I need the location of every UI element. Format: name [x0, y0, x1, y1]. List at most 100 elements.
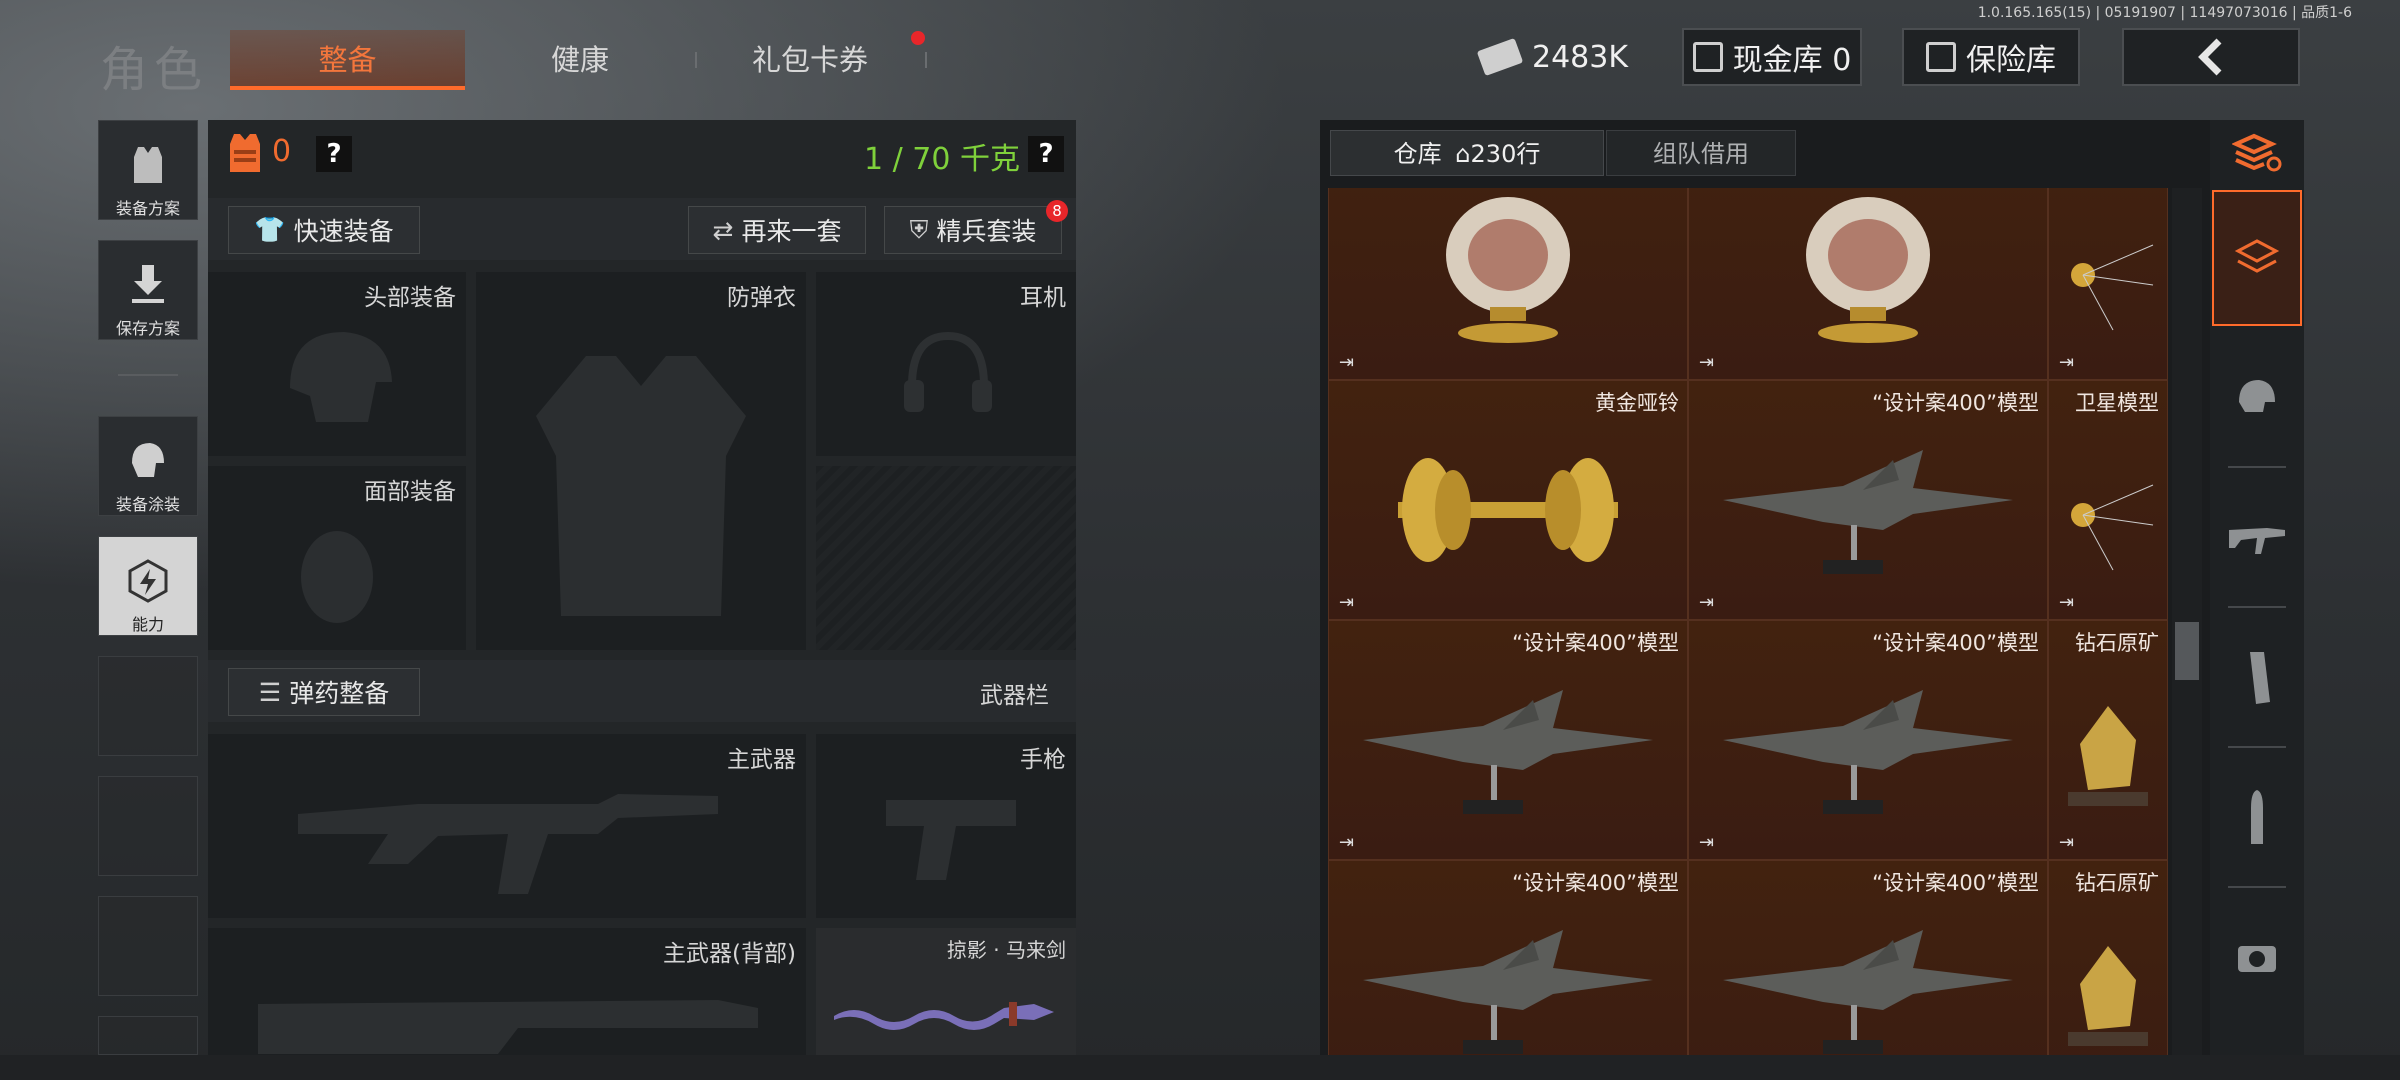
- warehouse-item-name: “设计案400”模型: [1512, 871, 1679, 895]
- slot-primary-back[interactable]: 主武器(背部): [208, 928, 806, 1055]
- category-helmet[interactable]: [2212, 328, 2302, 464]
- bullet-icon: [2251, 790, 2263, 844]
- jet-item-icon: [1689, 661, 2047, 839]
- chevron-left-icon: [2198, 38, 2222, 76]
- tab-warehouse[interactable]: 仓库 ⌂230行: [1330, 130, 1604, 176]
- vest-icon: [134, 147, 162, 183]
- category-divider: [2228, 606, 2286, 608]
- slot-primary-back-label: 主武器(背部): [663, 941, 796, 967]
- ammo-button[interactable]: ☰ 弹药整备: [228, 668, 420, 716]
- exit-tag-icon: ⇥: [1339, 592, 1355, 613]
- back-button[interactable]: [2122, 28, 2300, 86]
- cash-vault-label: 现金库 0: [1732, 43, 1852, 78]
- download-icon: [132, 265, 164, 303]
- helmet-silhouette-icon: [290, 332, 392, 422]
- slot-locked: [816, 466, 1076, 650]
- slot-primary[interactable]: 主武器: [208, 734, 806, 918]
- quick-equip-button[interactable]: 👕 快速装备: [228, 206, 420, 254]
- again-button[interactable]: ⇄ 再来一套: [688, 206, 866, 254]
- slot-headset[interactable]: 耳机: [816, 272, 1076, 456]
- nav-save-plan[interactable]: 保存方案: [98, 240, 198, 340]
- rifle-silhouette-icon: [298, 794, 718, 894]
- category-divider: [2228, 466, 2286, 468]
- jet-item-icon: [1689, 421, 2047, 599]
- tab-divider: [925, 52, 927, 68]
- nav-save-plan-label: 保存方案: [115, 319, 180, 338]
- exit-tag-icon: ⇥: [1339, 832, 1355, 853]
- money-display: 2483K: [1476, 28, 1650, 86]
- safe-button[interactable]: 保险库: [1902, 28, 2080, 86]
- shirt-icon: 👕: [254, 215, 286, 244]
- warehouse-item[interactable]: “设计案400”模型⇥: [1688, 380, 2048, 620]
- armor-count: 0: [272, 134, 292, 169]
- slot-head-label: 头部装备: [364, 285, 456, 311]
- slot-face[interactable]: 面部装备: [208, 466, 466, 650]
- warehouse-item[interactable]: 卫星模型 ⇥: [2048, 380, 2168, 620]
- slot-head[interactable]: 头部装备: [208, 272, 466, 456]
- rifle-back-silhouette-icon: [258, 1000, 758, 1054]
- warehouse-item[interactable]: 钻石原矿⇥: [2048, 860, 2168, 1055]
- tab-equip[interactable]: 整备: [230, 30, 465, 90]
- tab-divider: [695, 52, 697, 68]
- page-title: 角色: [100, 42, 209, 98]
- warehouse-item[interactable]: “设计案400”模型⇥: [1688, 860, 2048, 1055]
- exit-tag-icon: ⇥: [2059, 592, 2075, 613]
- lightning-hex-icon: [128, 559, 168, 603]
- refresh-icon: ⇄: [712, 215, 734, 245]
- headset-silhouette-icon: [904, 331, 992, 412]
- cash-vault-button[interactable]: 现金库 0: [1682, 28, 1862, 86]
- category-scope[interactable]: [2212, 890, 2302, 1026]
- sort-button[interactable]: [2212, 122, 2302, 182]
- warehouse-item-name: 卫星模型: [2075, 391, 2159, 415]
- vest-silhouette-icon: [536, 356, 746, 616]
- warehouse-rows: 230行: [1470, 140, 1541, 168]
- slot-melee[interactable]: 掠影 · 马来剑: [816, 928, 1076, 1055]
- warehouse-item-name: 黄金哑铃: [1595, 391, 1679, 415]
- scrollbar-thumb[interactable]: [2175, 622, 2199, 680]
- warehouse-item-name: “设计案400”模型: [1512, 631, 1679, 655]
- weight-help-icon[interactable]: ?: [1028, 136, 1064, 172]
- bottom-bar: [0, 1055, 2400, 1080]
- warehouse-item-name: 钻石原矿: [2075, 631, 2159, 655]
- nav-divider: [118, 374, 178, 376]
- warehouse-item[interactable]: “设计案400”模型 ⇥: [1328, 620, 1688, 860]
- satellite-item-icon: [2049, 441, 2167, 599]
- safe-icon: [1926, 42, 1956, 72]
- category-all[interactable]: [2212, 190, 2302, 326]
- help-icon[interactable]: ?: [316, 136, 352, 172]
- elite-set-label: 精兵套装: [936, 217, 1037, 246]
- satellite-item-icon: [2049, 201, 2167, 359]
- nav-equip-plan[interactable]: 装备方案: [98, 120, 198, 220]
- category-ammo[interactable]: [2212, 750, 2302, 886]
- elite-set-button[interactable]: ⛨ 精兵套装: [884, 206, 1062, 254]
- warehouse-item-name: 钻石原矿: [2075, 871, 2159, 895]
- warehouse-item[interactable]: 卫星模型⇥: [2048, 188, 2168, 380]
- tab-team-borrow[interactable]: 组队借用: [1606, 130, 1796, 176]
- warehouse-item-name: “设计案400”模型: [1872, 631, 2039, 655]
- category-magazine[interactable]: [2212, 610, 2302, 746]
- warehouse-item[interactable]: “设计案400”模型⇥: [1328, 860, 1688, 1055]
- cash-vault-icon: [1692, 42, 1723, 72]
- warehouse-item[interactable]: 钻石原矿⇥: [2048, 620, 2168, 860]
- kris-sword-icon: [834, 1002, 1054, 1030]
- magazine-icon: [2250, 652, 2270, 704]
- warehouse-item[interactable]: ⇥: [1328, 188, 1688, 380]
- tab-health[interactable]: 健康: [480, 30, 680, 90]
- tab-gift[interactable]: 礼包卡券: [700, 30, 920, 90]
- warehouse-item[interactable]: 黄金哑铃 ⇥: [1328, 380, 1688, 620]
- sight-icon: [2238, 946, 2276, 972]
- exit-tag-icon: ⇥: [1699, 352, 1715, 373]
- nav-equip-paint[interactable]: 装备涂装: [98, 416, 198, 516]
- slot-pistol[interactable]: 手枪: [816, 734, 1076, 918]
- slot-vest[interactable]: 防弹衣: [476, 272, 806, 650]
- slot-face-label: 面部装备: [364, 479, 456, 505]
- exit-tag-icon: ⇥: [2059, 352, 2075, 373]
- slot-vest-label: 防弹衣: [727, 285, 796, 311]
- nav-ability-label: 能力: [131, 615, 164, 634]
- warehouse-item[interactable]: ⇥: [1688, 188, 2048, 380]
- category-rifle[interactable]: [2212, 470, 2302, 606]
- warehouse-item-name: “设计案400”模型: [1872, 391, 2039, 415]
- warehouse-item[interactable]: “设计案400”模型⇥: [1688, 620, 2048, 860]
- nav-ability[interactable]: 能力: [98, 536, 198, 636]
- vase-item-icon: [1329, 188, 1687, 359]
